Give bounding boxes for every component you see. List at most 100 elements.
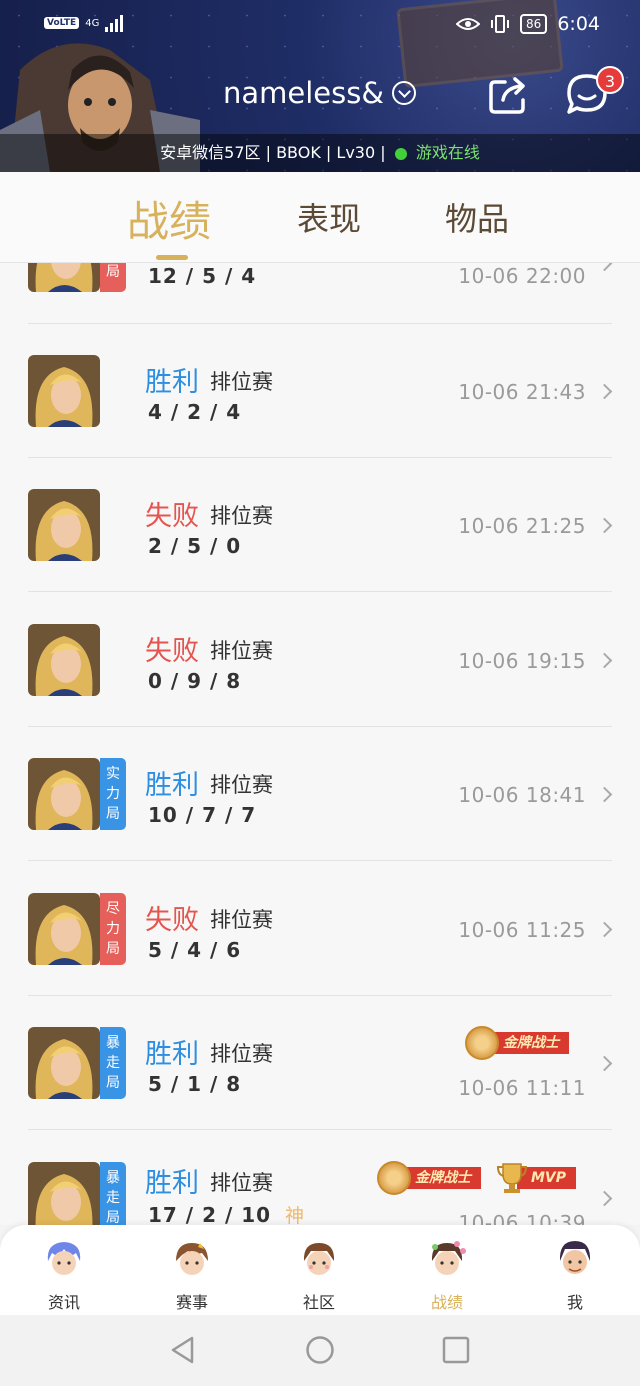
match-tag: 局 bbox=[100, 263, 126, 292]
match-tag: 暴走局 bbox=[100, 1162, 126, 1225]
online-status: 游戏在线 bbox=[415, 143, 480, 162]
honor-label: 金牌战士 bbox=[401, 1167, 481, 1189]
profile-header: VoLTE 4G 86 6:04 nameless& 3 安卓微信57区 | B… bbox=[0, 0, 640, 172]
match-result: 胜利 bbox=[145, 1039, 199, 1070]
system-nav-bar bbox=[0, 1315, 640, 1386]
match-row[interactable]: 失败 排位赛 0 / 9 / 8 10-06 19:15 bbox=[0, 593, 640, 727]
account-switcher[interactable]: nameless& bbox=[223, 76, 416, 110]
match-result: 胜利 bbox=[145, 367, 199, 398]
match-tag: 实力局 bbox=[100, 758, 126, 830]
home-icon[interactable] bbox=[305, 1335, 335, 1365]
hero-avatar bbox=[28, 758, 100, 830]
share-icon[interactable] bbox=[487, 74, 529, 116]
tab-bar: 战绩 表现 物品 bbox=[0, 172, 640, 263]
match-row[interactable]: 暴走局 胜利 排位赛 5 / 1 / 8 金牌战士 10-06 11:11 bbox=[0, 996, 640, 1130]
match-row[interactable]: 失败 排位赛 2 / 5 / 0 10-06 21:25 bbox=[0, 458, 640, 592]
chevron-right-icon bbox=[596, 921, 613, 938]
chevron-right-icon bbox=[596, 652, 613, 669]
match-mode: 排位赛 bbox=[210, 908, 273, 932]
godlike-mark: 神 bbox=[285, 1205, 306, 1225]
match-kda: 12 / 5 / 4 bbox=[148, 264, 257, 288]
match-result: 胜利 bbox=[145, 770, 199, 801]
match-kda: 0 / 9 / 8 bbox=[148, 669, 242, 693]
match-time: 10-06 19:15 bbox=[458, 649, 586, 673]
match-row[interactable]: 尽力局 失败 排位赛 5 / 4 / 6 10-06 11:25 bbox=[0, 862, 640, 996]
chevron-right-icon bbox=[596, 517, 613, 534]
battery-indicator: 86 bbox=[520, 14, 548, 34]
nav-record[interactable]: 战绩 bbox=[407, 1239, 487, 1313]
username: nameless& bbox=[223, 76, 384, 110]
match-kda: 2 / 5 / 0 bbox=[148, 534, 242, 558]
volte-indicator: VoLTE bbox=[44, 17, 80, 29]
notification-badge: 3 bbox=[596, 66, 624, 94]
match-time: 10-06 22:00 bbox=[458, 264, 586, 288]
match-time: 10-06 10:39 bbox=[458, 1211, 586, 1225]
hero-avatar bbox=[28, 263, 100, 292]
nav-label: 资讯 bbox=[47, 1293, 80, 1312]
match-mode: 排位赛 bbox=[210, 504, 273, 528]
match-kda: 17 / 2 / 10 bbox=[148, 1203, 272, 1225]
news-avatar-icon bbox=[47, 1242, 81, 1275]
me-avatar-icon bbox=[559, 1241, 591, 1274]
tab-indicator bbox=[156, 255, 188, 260]
row-divider bbox=[28, 591, 612, 592]
trophy-icon bbox=[497, 1163, 527, 1193]
online-dot-icon bbox=[394, 147, 407, 160]
match-row[interactable]: 实力局 胜利 排位赛 10 / 7 / 7 10-06 18:41 bbox=[0, 727, 640, 861]
row-divider bbox=[28, 1129, 612, 1130]
signal-icon bbox=[105, 14, 124, 32]
match-mode: 排位赛 bbox=[210, 639, 273, 663]
hero-avatar bbox=[28, 1162, 100, 1225]
nav-events[interactable]: 赛事 bbox=[152, 1239, 232, 1313]
chevron-right-icon bbox=[596, 383, 613, 400]
hero-avatar bbox=[28, 489, 100, 561]
account-info: 安卓微信57区 | BBOK | Lv30 | bbox=[160, 143, 386, 162]
back-icon[interactable] bbox=[168, 1335, 198, 1365]
match-kda: 5 / 1 / 8 bbox=[148, 1072, 242, 1096]
medal-icon bbox=[465, 1026, 499, 1060]
tab-items[interactable]: 物品 bbox=[445, 194, 509, 240]
nav-community[interactable]: 社区 bbox=[279, 1239, 359, 1313]
match-time: 10-06 21:25 bbox=[458, 514, 586, 538]
network-type: 4G bbox=[85, 17, 100, 29]
match-list[interactable]: 局 12 / 5 / 4 10-06 22:00 胜利 排位赛 4 / 2 / … bbox=[0, 263, 640, 1225]
match-kda-line: 17 / 2 / 10 神 bbox=[148, 1201, 305, 1225]
nav-label: 我 bbox=[566, 1293, 583, 1312]
tab-record[interactable]: 战绩 bbox=[127, 188, 211, 249]
match-mode: 排位赛 bbox=[210, 370, 273, 394]
recents-icon[interactable] bbox=[441, 1335, 471, 1365]
tab-performance[interactable]: 表现 bbox=[297, 194, 361, 240]
match-row[interactable]: 局 12 / 5 / 4 10-06 22:00 bbox=[0, 263, 640, 324]
match-time: 10-06 11:11 bbox=[458, 1076, 586, 1100]
bottom-nav: 资讯 赛事 社区 战绩 我 bbox=[0, 1225, 640, 1315]
match-time: 10-06 21:43 bbox=[458, 380, 586, 404]
match-mode: 排位赛 bbox=[210, 1171, 273, 1195]
match-result: 失败 bbox=[145, 636, 199, 667]
chevron-right-icon bbox=[596, 263, 613, 272]
row-divider bbox=[28, 860, 612, 861]
match-kda: 5 / 4 / 6 bbox=[148, 938, 242, 962]
nav-news[interactable]: 资讯 bbox=[24, 1239, 104, 1313]
match-row[interactable]: 胜利 排位赛 4 / 2 / 4 10-06 21:43 bbox=[0, 324, 640, 458]
medal-icon bbox=[377, 1161, 411, 1195]
match-time: 10-06 18:41 bbox=[458, 783, 586, 807]
record-avatar-icon bbox=[431, 1241, 466, 1275]
hero-avatar bbox=[28, 1027, 100, 1099]
chevron-right-icon bbox=[596, 1190, 613, 1207]
account-info-bar: 安卓微信57区 | BBOK | Lv30 | 游戏在线 bbox=[0, 134, 640, 172]
clock: 6:04 bbox=[557, 13, 600, 35]
mvp-badge: MVP bbox=[497, 1161, 577, 1195]
match-row[interactable]: 暴走局 胜利 排位赛 17 / 2 / 10 神 金牌战士 MVP 10-06 1… bbox=[0, 1131, 640, 1225]
match-kda: 10 / 7 / 7 bbox=[148, 803, 257, 827]
nav-label: 赛事 bbox=[175, 1293, 208, 1312]
events-avatar-icon bbox=[176, 1243, 208, 1275]
vibrate-icon bbox=[491, 15, 510, 33]
gold-warrior-badge: 金牌战士 bbox=[377, 1161, 481, 1195]
match-mode: 排位赛 bbox=[210, 773, 273, 797]
hero-avatar bbox=[28, 893, 100, 965]
hero-avatar bbox=[28, 624, 100, 696]
hero-avatar bbox=[28, 355, 100, 427]
nav-me[interactable]: 我 bbox=[535, 1239, 615, 1313]
chevron-right-icon bbox=[596, 1055, 613, 1072]
status-bar: VoLTE 4G 86 6:04 bbox=[0, 0, 640, 50]
